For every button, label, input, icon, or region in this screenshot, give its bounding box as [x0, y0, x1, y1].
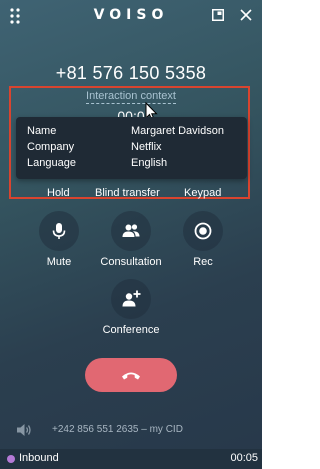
top-bar: VOISO: [0, 0, 262, 32]
window-minimize-icon[interactable]: [212, 9, 224, 21]
add-user-icon: [122, 290, 141, 307]
hangup-button[interactable]: [85, 358, 177, 392]
context-value: Margaret Davidson: [131, 125, 224, 137]
hold-button[interactable]: Hold: [47, 187, 70, 199]
microphone-icon: [52, 223, 66, 239]
conference-label: Conference: [102, 324, 160, 336]
record-button[interactable]: [183, 211, 223, 251]
context-row-name: Name Margaret Davidson: [16, 125, 247, 141]
status-bar: Inbound 00:05: [0, 449, 262, 469]
speaker-icon[interactable]: [16, 423, 32, 437]
call-direction-label: Inbound: [19, 452, 59, 464]
interaction-context-row: Interaction context: [0, 90, 262, 104]
conference-button[interactable]: [111, 279, 151, 319]
rec-label: Rec: [193, 256, 213, 268]
interaction-context-card: Name Margaret Davidson Company Netflix L…: [16, 117, 247, 179]
caller-id-info: +242 856 551 2635 – my CID: [52, 424, 183, 435]
caller-phone-number: +81 576 150 5358: [55, 63, 207, 83]
context-value: Netflix: [131, 141, 162, 153]
context-key: Language: [27, 157, 76, 169]
context-row-language: Language English: [16, 157, 247, 173]
keypad-button[interactable]: Keypad: [184, 187, 221, 199]
context-key: Company: [27, 141, 75, 153]
hang-up-phone-icon: [122, 372, 140, 380]
status-indicator-dot: [7, 455, 15, 463]
users-icon: [122, 224, 140, 237]
mute-button[interactable]: [39, 211, 79, 251]
close-icon[interactable]: [240, 9, 252, 21]
consultation-label: Consultation: [100, 256, 162, 268]
context-key: Name: [27, 125, 57, 137]
softphone-window: VOISO +81 576 150 5358 Interaction conte…: [0, 0, 262, 469]
interaction-context-link[interactable]: Interaction context: [86, 90, 176, 104]
mute-label: Mute: [46, 256, 72, 268]
blind-transfer-button[interactable]: Blind transfer: [95, 187, 160, 199]
context-value: English: [131, 157, 168, 169]
record-icon: [194, 222, 212, 240]
consultation-button[interactable]: [111, 211, 151, 251]
context-row-company: Company Netflix: [16, 141, 247, 157]
call-duration: 00:05: [230, 452, 258, 464]
